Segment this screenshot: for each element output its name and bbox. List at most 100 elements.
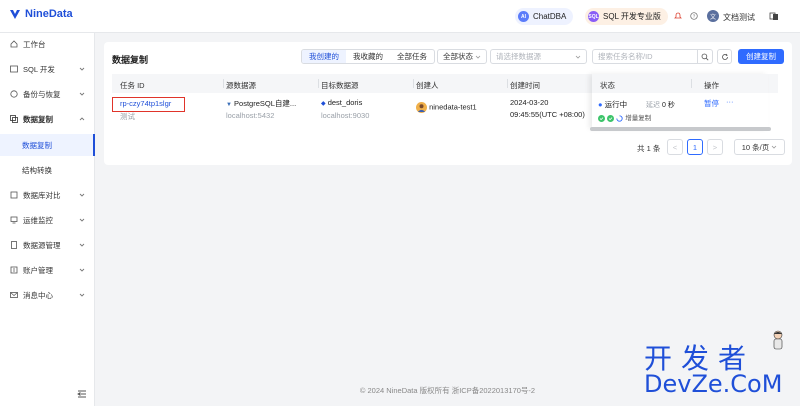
- check-circle-icon: [598, 114, 605, 122]
- col-status: 状态: [600, 81, 615, 90]
- search-button[interactable]: [697, 49, 713, 64]
- chevron-down-icon: [79, 67, 85, 71]
- monitor-icon: [10, 216, 18, 224]
- sidebar-item-label: 数据复制: [23, 114, 53, 124]
- refresh-button[interactable]: [717, 49, 732, 64]
- page-1-button[interactable]: 1: [687, 139, 703, 155]
- user-name[interactable]: 文档测试: [723, 12, 755, 23]
- next-page-button[interactable]: >: [707, 139, 723, 155]
- col-target: 目标数据源: [321, 81, 359, 90]
- status-running: ● 运行中: [598, 99, 627, 110]
- logo-icon: [10, 10, 20, 19]
- col-task-id: 任务 ID: [120, 81, 145, 90]
- sidebar-item-backup[interactable]: 备份与恢复: [0, 83, 95, 105]
- target-datasource[interactable]: ◆ dest_doris: [321, 98, 362, 107]
- top-bar: NineData AI ChatDBA SQL SQL 开发专业版 ? 文 文档…: [0, 0, 800, 33]
- chevron-down-icon: [79, 92, 85, 96]
- col-divider: [223, 79, 224, 88]
- chevron-up-icon: [79, 117, 85, 121]
- sidebar-item-compare[interactable]: 数据库对比: [0, 184, 95, 206]
- postgresql-icon: ▼: [226, 102, 232, 108]
- task-filter-tabs: 我创建的 我收藏的 全部任务: [301, 49, 435, 64]
- sidebar-item-label: 备份与恢复: [23, 89, 61, 99]
- chevron-down-icon: [79, 293, 85, 297]
- fixed-header: 状态 操作: [592, 74, 768, 93]
- pause-button[interactable]: 暂停: [704, 98, 719, 109]
- prev-page-button[interactable]: <: [667, 139, 683, 155]
- sub-status: 增量复制: [598, 112, 651, 122]
- chatdba-button[interactable]: AI ChatDBA: [515, 8, 574, 25]
- search-input-placeholder: 搜索任务名称/ID: [598, 52, 653, 61]
- tab-created-by-me[interactable]: 我创建的: [302, 50, 346, 63]
- sidebar-item-monitor[interactable]: 运维监控: [0, 209, 95, 231]
- sidebar-item-label: SQL 开发: [23, 64, 55, 74]
- sidebar-item-label: 工作台: [23, 39, 46, 49]
- datasource-select-placeholder: 请选择数据源: [496, 52, 541, 61]
- page-size-select[interactable]: 10 条/页: [734, 139, 785, 155]
- home-icon: [10, 40, 18, 48]
- target-host: localhost:9030: [321, 111, 370, 120]
- create-replication-button[interactable]: 创建复制: [738, 49, 784, 64]
- doris-icon: ◆: [321, 101, 326, 107]
- page-size-value: 10 条/页: [741, 142, 770, 152]
- sidebar-item-label: 账户管理: [23, 265, 53, 275]
- fixed-columns: 状态 操作 ● 运行中 延迟 0 秒 增量复制 暂停 ···: [592, 74, 768, 129]
- more-actions-button[interactable]: ···: [726, 97, 734, 106]
- terminal-icon: [10, 65, 18, 73]
- col-divider: [413, 79, 414, 88]
- horizontal-scrollbar[interactable]: [590, 127, 771, 131]
- col-divider: [507, 79, 508, 88]
- col-divider: [691, 79, 692, 88]
- sidebar-item-datasource[interactable]: 数据源管理: [0, 234, 95, 256]
- tab-favorites[interactable]: 我收藏的: [346, 50, 390, 63]
- sql-badge-icon: SQL: [588, 11, 599, 22]
- replication-card: 数据复制 我创建的 我收藏的 全部任务 全部状态 请选择数据源 搜索任务名称/I…: [104, 42, 792, 165]
- source-datasource[interactable]: ▼ PostgreSQL自建...: [226, 98, 296, 109]
- datasource-select[interactable]: 请选择数据源: [490, 49, 587, 64]
- sidebar-subitem-replication[interactable]: 数据复制: [0, 134, 95, 156]
- col-creator: 创建人: [416, 81, 439, 90]
- col-divider: [318, 79, 319, 88]
- status-select[interactable]: 全部状态: [437, 49, 487, 64]
- sidebar-subitem-schema-convert[interactable]: 结构转换: [0, 159, 95, 181]
- help-icon[interactable]: ?: [689, 11, 699, 21]
- creator-avatar-icon: [416, 102, 427, 113]
- replication-icon: [10, 115, 18, 123]
- sidebar-item-label: 运维监控: [23, 215, 53, 225]
- chevron-down-icon: [79, 243, 85, 247]
- col-created-time: 创建时间: [510, 81, 540, 90]
- sidebar-item-account[interactable]: 账户管理: [0, 259, 95, 281]
- delay-value: 0 秒: [662, 102, 675, 109]
- notification-icon[interactable]: [673, 11, 683, 21]
- sidebar-item-sql[interactable]: SQL 开发: [0, 58, 95, 80]
- chevron-down-icon: [475, 55, 481, 59]
- chevron-down-icon: [575, 55, 581, 59]
- account-icon: [10, 266, 18, 274]
- avatar[interactable]: 文: [707, 10, 719, 22]
- search-icon: [701, 53, 708, 60]
- page-title: 数据复制: [112, 55, 149, 65]
- sub-status-label: 增量复制: [625, 115, 652, 122]
- switch-icon[interactable]: [768, 11, 780, 21]
- col-actions: 操作: [704, 81, 719, 90]
- running-dot-icon: ●: [598, 100, 603, 109]
- chevron-down-icon: [79, 268, 85, 272]
- sidebar-item-replication[interactable]: 数据复制: [0, 108, 95, 130]
- check-circle-icon: [607, 114, 615, 122]
- target-name: dest_doris: [327, 98, 363, 107]
- ai-badge-icon: AI: [518, 11, 529, 22]
- mascot-icon: [773, 330, 783, 350]
- edition-button[interactable]: SQL SQL 开发专业版: [585, 8, 668, 25]
- brand-name: NineData: [25, 8, 73, 20]
- sidebar-subitem-label: 结构转换: [22, 165, 52, 175]
- sidebar-subitem-label: 数据复制: [22, 140, 52, 150]
- sidebar-item-messages[interactable]: 消息中心: [0, 284, 95, 306]
- loading-icon: [616, 114, 623, 122]
- sidebar-item-label: 消息中心: [23, 290, 53, 300]
- sidebar-item-workbench[interactable]: 工作台: [0, 33, 95, 55]
- backup-icon: [10, 90, 18, 98]
- creator: ninedata-test1: [416, 102, 477, 113]
- brand-logo[interactable]: NineData: [9, 8, 73, 20]
- search-input[interactable]: 搜索任务名称/ID: [592, 49, 698, 64]
- tab-all-tasks[interactable]: 全部任务: [390, 50, 434, 63]
